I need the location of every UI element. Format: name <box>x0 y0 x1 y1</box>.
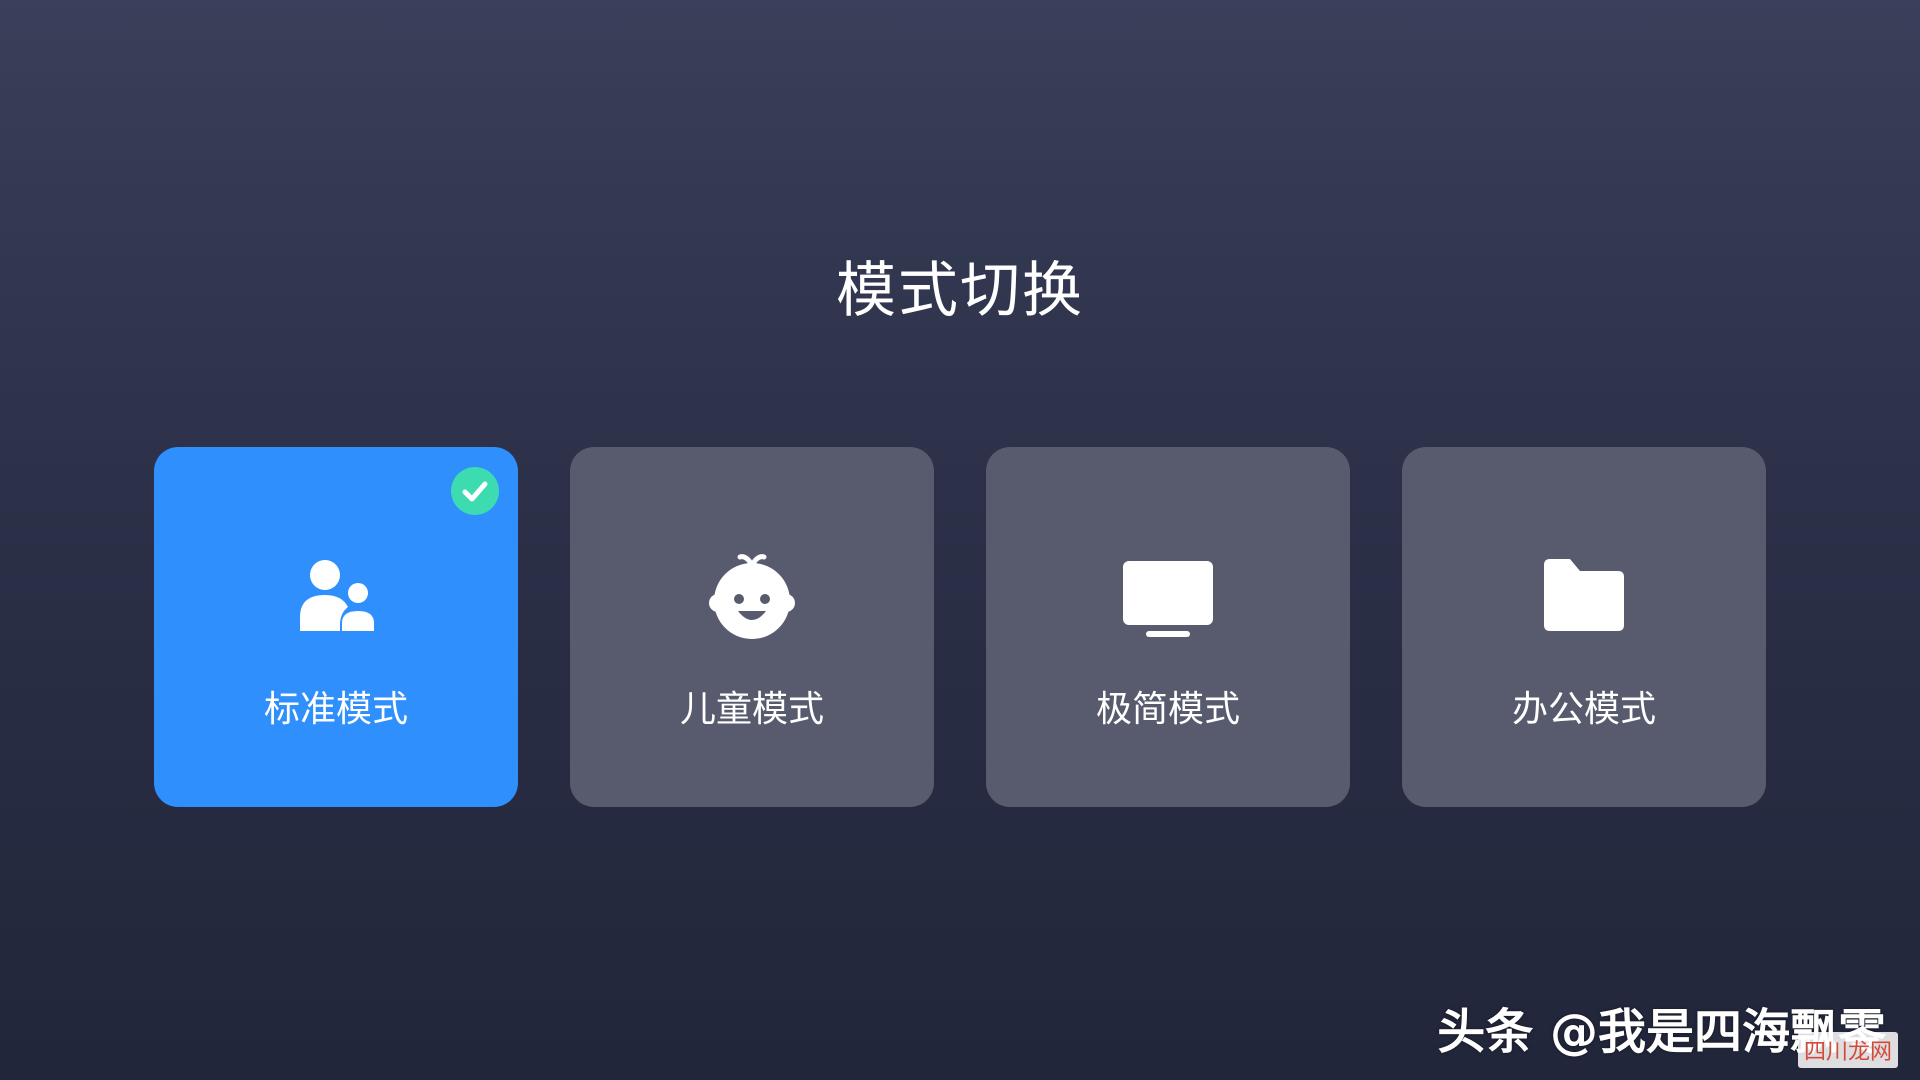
folder-icon <box>1538 551 1630 643</box>
mode-card-office[interactable]: 办公模式 <box>1402 447 1766 807</box>
mode-label-office: 办公模式 <box>1511 689 1656 730</box>
family-icon <box>290 551 382 643</box>
mode-label-standard: 标准模式 <box>263 689 408 730</box>
tv-icon <box>1122 551 1214 643</box>
selected-check-icon <box>451 467 499 515</box>
mode-label-minimal: 极简模式 <box>1095 689 1240 730</box>
mode-card-list: 标准模式 儿童模式 极简模式 办公模式 <box>154 447 1766 807</box>
mode-card-standard[interactable]: 标准模式 <box>154 447 518 807</box>
baby-face-icon <box>706 551 798 643</box>
mode-card-minimal[interactable]: 极简模式 <box>986 447 1350 807</box>
corner-logo: 四川龙网 <box>1797 1032 1898 1068</box>
mode-card-kids[interactable]: 儿童模式 <box>570 447 934 807</box>
page-title: 模式切换 <box>836 256 1084 326</box>
mode-label-kids: 儿童模式 <box>679 689 824 730</box>
